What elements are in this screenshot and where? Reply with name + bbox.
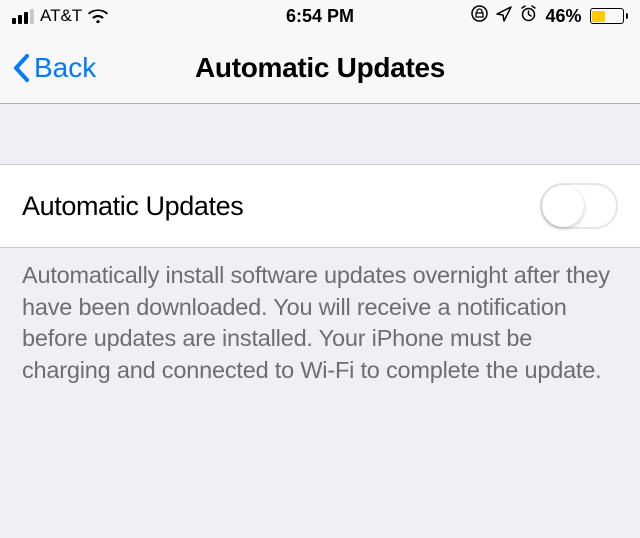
battery-icon (590, 8, 629, 24)
orientation-lock-icon (471, 5, 488, 27)
cellular-signal-icon (12, 9, 34, 24)
status-right: 46% (471, 5, 628, 27)
row-label: Automatic Updates (22, 191, 243, 222)
status-bar: AT&T 6:54 PM 46% (0, 0, 640, 32)
status-time: 6:54 PM (286, 6, 354, 27)
location-icon (496, 6, 512, 27)
automatic-updates-toggle[interactable] (540, 183, 618, 229)
wifi-icon (88, 9, 108, 23)
back-label: Back (34, 52, 96, 84)
nav-bar: Back Automatic Updates (0, 32, 640, 104)
alarm-icon (520, 5, 537, 27)
footer-description: Automatically install software updates o… (0, 248, 640, 399)
back-button[interactable]: Back (12, 52, 96, 84)
carrier-label: AT&T (40, 6, 82, 26)
content-area: Automatic Updates Automatically install … (0, 104, 640, 399)
automatic-updates-row[interactable]: Automatic Updates (0, 164, 640, 248)
toggle-knob (542, 185, 584, 227)
status-left: AT&T (12, 6, 108, 26)
chevron-left-icon (12, 53, 30, 83)
page-title: Automatic Updates (195, 52, 445, 84)
battery-percent: 46% (545, 6, 581, 27)
